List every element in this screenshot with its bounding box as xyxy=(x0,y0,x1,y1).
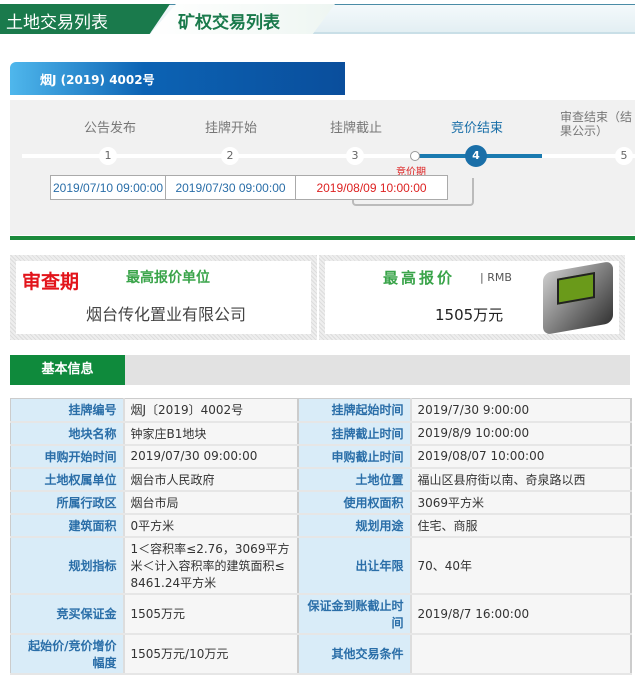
tab-mining-list[interactable]: 矿权交易列表 xyxy=(150,4,335,34)
price-value: 1505万元 xyxy=(435,306,504,324)
field-value: 2019/8/7 16:00:00 xyxy=(410,593,632,635)
field-label: 其他交易条件 xyxy=(297,633,412,675)
field-value: 钟家庄B1地块 xyxy=(123,421,299,446)
winner-label: 最高报价单位 xyxy=(126,270,210,286)
field-value: 2019/7/30 9:00:00 xyxy=(410,398,632,423)
field-label: 申购开始时间 xyxy=(10,444,125,469)
field-value: 烟台市局 xyxy=(123,490,299,515)
price-panel: 最高报价 | RMB 1505万元 xyxy=(319,255,625,340)
listing-title: 烟J (2019) 4002号 xyxy=(10,62,345,95)
step-number: 2 xyxy=(221,147,239,165)
section-title: 基本信息 xyxy=(10,355,125,385)
field-value: 1505万元 xyxy=(123,593,299,635)
step-date: 2019/08/09 10:00:00 xyxy=(295,175,448,200)
step-label: 挂牌开始 xyxy=(204,121,257,136)
step-number: 3 xyxy=(346,147,364,165)
field-label: 地块名称 xyxy=(10,421,125,446)
table-row: 挂牌编号 烟J〔2019〕4002号 挂牌起始时间 2019/7/30 9:00:00 xyxy=(10,398,632,423)
step-number: 5 xyxy=(615,147,633,165)
table-row: 建筑面积 0平方米 规划用途 住宅、商服 xyxy=(10,513,632,538)
step-number: 1 xyxy=(99,147,117,165)
field-value: 1＜容积率≤2.76，3069平方米＜计入容积率的建筑面积≤8461.24平方米 xyxy=(123,536,299,595)
table-row: 起始价/竞价增价幅度 1505万元/10万元 其他交易条件 xyxy=(10,633,632,675)
field-value: 烟台市人民政府 xyxy=(123,467,299,492)
table-row: 申购开始时间 2019/07/30 09:00:00 申购截止时间 2019/08/0… xyxy=(10,444,632,469)
field-label: 土地位置 xyxy=(297,467,412,492)
currency-label: | RMB xyxy=(480,271,512,284)
field-label: 规划指标 xyxy=(10,536,125,595)
field-value: 烟J〔2019〕4002号 xyxy=(123,398,299,423)
field-value: 2019/08/07 10:00:00 xyxy=(410,444,632,469)
winner-panel: 审查期 最高报价单位 烟台传化置业有限公司 xyxy=(10,255,317,340)
field-label: 建筑面积 xyxy=(10,513,125,538)
field-label: 竞买保证金 xyxy=(10,593,125,635)
table-row: 规划指标 1＜容积率≤2.76，3069平方米＜计入容积率的建筑面积≤8461.2… xyxy=(10,536,632,595)
step-date: 2019/07/10 09:00:00 xyxy=(50,175,166,200)
field-value: 1505万元/10万元 xyxy=(123,633,299,675)
field-label: 起始价/竞价增价幅度 xyxy=(10,633,125,675)
pos-terminal-icon xyxy=(543,260,613,336)
info-table: 挂牌编号 烟J〔2019〕4002号 挂牌起始时间 2019/7/30 9:00:00… xyxy=(10,398,632,675)
field-label: 保证金到账截止时间 xyxy=(297,593,412,635)
status-badge: 审查期 xyxy=(22,271,80,293)
bidding-start-marker xyxy=(410,151,420,161)
table-row: 土地权属单位 烟台市人民政府 土地位置 福山区县府街以南、奇泉路以西 xyxy=(10,467,632,492)
divider xyxy=(10,236,635,240)
field-value: 2019/8/9 10:00:00 xyxy=(410,421,632,446)
step-label: 挂牌截止 xyxy=(329,121,382,136)
field-label: 出让年限 xyxy=(297,536,412,595)
step-label: 公告发布 xyxy=(83,121,136,136)
winner-name: 烟台传化置业有限公司 xyxy=(86,305,247,324)
step-label: 审查结束（结果公示） xyxy=(560,110,633,138)
field-value: 70、40年 xyxy=(410,536,632,595)
tab-land-list[interactable]: 土地交易列表 xyxy=(0,4,170,34)
field-value: 3069平方米 xyxy=(410,490,632,515)
field-value xyxy=(410,633,632,675)
step-date: 2019/07/30 09:00:00 xyxy=(165,175,296,200)
field-label: 挂牌起始时间 xyxy=(297,398,412,423)
field-label: 申购截止时间 xyxy=(297,444,412,469)
table-row: 地块名称 钟家庄B1地块 挂牌截止时间 2019/8/9 10:00:00 xyxy=(10,421,632,446)
field-label: 挂牌编号 xyxy=(10,398,125,423)
field-value: 0平方米 xyxy=(123,513,299,538)
price-label: 最高报价 xyxy=(383,269,456,287)
step-number-active: 4 xyxy=(465,145,487,167)
field-label: 所属行政区 xyxy=(10,490,125,515)
table-row: 竞买保证金 1505万元 保证金到账截止时间 2019/8/7 16:00:00 xyxy=(10,593,632,635)
field-value: 2019/07/30 09:00:00 xyxy=(123,444,299,469)
step-label-active: 竞价结束 xyxy=(450,121,503,136)
table-row: 所属行政区 烟台市局 使用权面积 3069平方米 xyxy=(10,490,632,515)
field-label: 土地权属单位 xyxy=(10,467,125,492)
field-value: 福山区县府街以南、奇泉路以西 xyxy=(410,467,632,492)
field-label: 使用权面积 xyxy=(297,490,412,515)
field-label: 规划用途 xyxy=(297,513,412,538)
field-value: 住宅、商服 xyxy=(410,513,632,538)
field-label: 挂牌截止时间 xyxy=(297,421,412,446)
